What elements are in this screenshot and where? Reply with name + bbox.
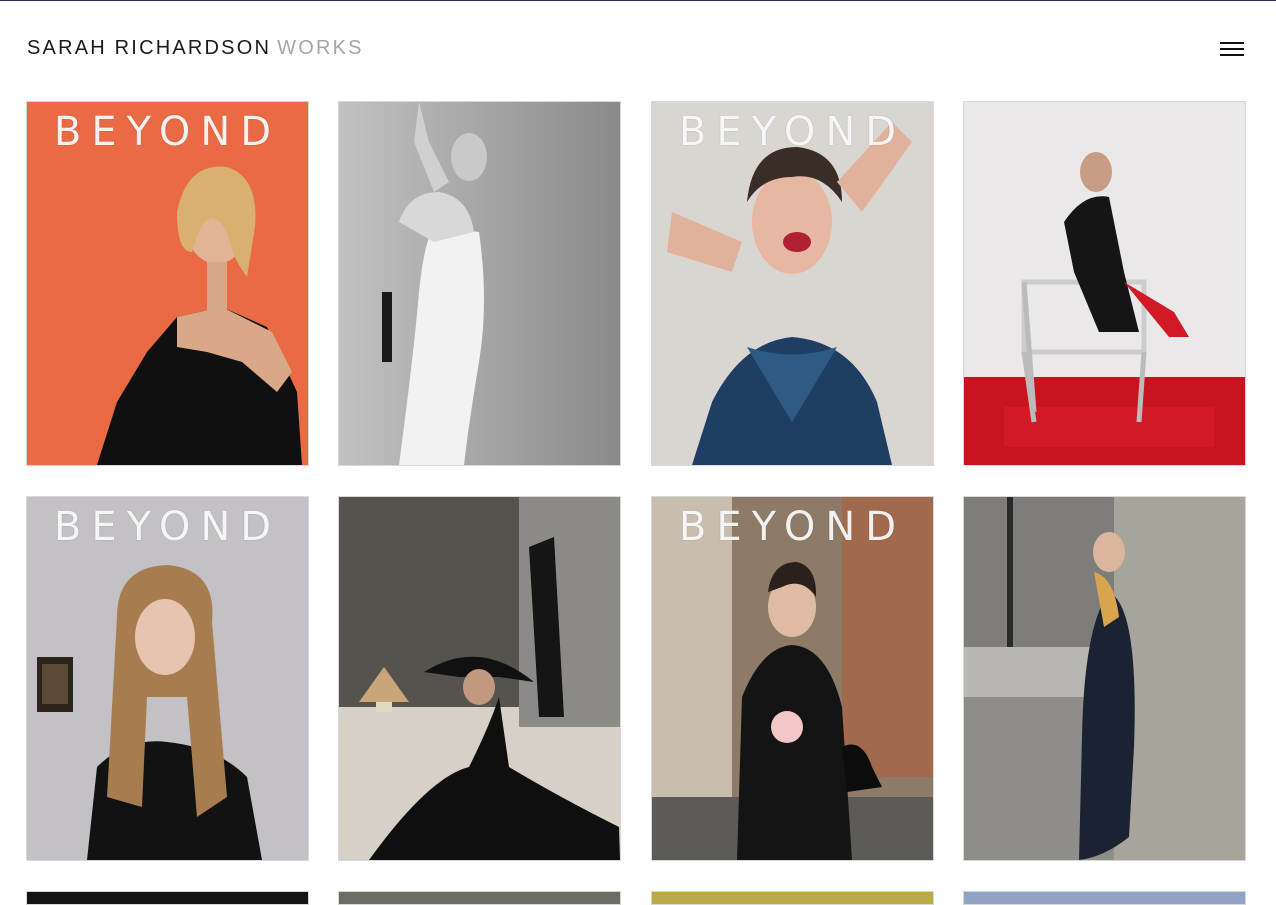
menu-bar [1220,48,1244,50]
tile-label: BEYOND [678,504,907,550]
tile-photo [652,892,933,904]
tile-photo [339,102,620,465]
portfolio-tile[interactable] [963,101,1246,466]
tile-photo [339,497,620,860]
top-accent-line [0,0,1276,1]
portfolio-tile[interactable]: BEYOND [651,496,934,861]
portfolio-tile[interactable] [963,496,1246,861]
portfolio-tile[interactable] [338,496,621,861]
menu-bar [1220,54,1244,56]
tile-photo [27,102,308,465]
hamburger-menu-icon[interactable] [1220,40,1246,58]
tile-photo [652,102,933,465]
tile-label: BEYOND [53,504,282,550]
tile-photo [339,892,620,904]
site-name: SARAH RICHARDSON [27,37,272,59]
tile-photo [964,892,1245,904]
tile-photo [964,497,1245,860]
portfolio-tile[interactable]: BEYOND [26,496,309,861]
tile-photo [652,497,933,860]
tile-label: BEYOND [678,109,907,155]
portfolio-tile[interactable]: BEYOND [651,101,934,466]
tile-photo [964,102,1245,465]
menu-bar [1220,42,1244,44]
tile-photo [27,892,308,904]
tile-photo [27,497,308,860]
portfolio-tile[interactable] [338,101,621,466]
tile-label: BEYOND [53,109,282,155]
portfolio-tile[interactable]: BEYOND [26,101,309,466]
site-title[interactable]: SARAH RICHARDSON WORKS [27,36,364,60]
section-name: WORKS [277,37,364,59]
